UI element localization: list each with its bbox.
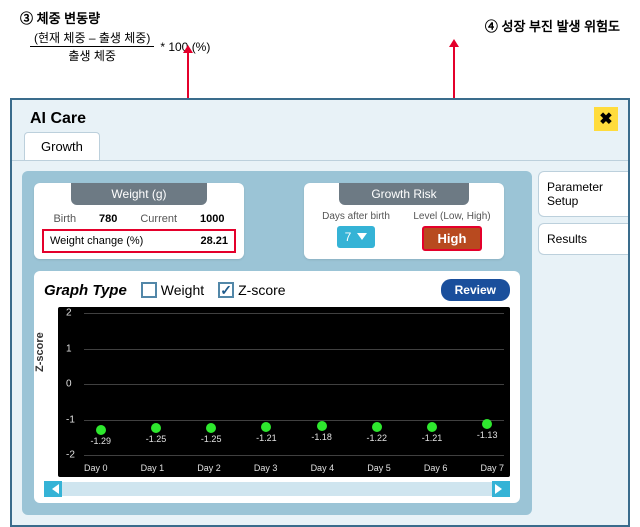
checkbox-checked-icon (218, 282, 234, 298)
graph-section: Graph Type Weight Z-score Review Z-score (34, 271, 520, 503)
data-point (427, 422, 437, 432)
graph-type-label: Graph Type (44, 282, 127, 299)
days-dropdown[interactable]: 7 (337, 226, 376, 248)
risk-level-badge: High (422, 226, 483, 251)
x-tick: Day 3 (254, 463, 278, 473)
annotation-3-formula: (현재 체중 – 출생 체중) 출생 체중 * 100 (%) (30, 29, 405, 64)
side-tab-parameter-setup[interactable]: Parameter Setup (538, 171, 628, 217)
x-tick: Day 5 (367, 463, 391, 473)
chart-scrollbar[interactable] (44, 481, 510, 497)
risk-card-header: Growth Risk (339, 183, 469, 205)
y-tick: -1 (66, 414, 75, 425)
days-after-birth-label: Days after birth (312, 211, 400, 222)
x-tick: Day 0 (84, 463, 108, 473)
level-label: Level (Low, High) (408, 211, 496, 222)
data-point (96, 425, 106, 435)
data-point-label: -1.29 (91, 436, 112, 446)
data-point-label: -1.21 (256, 433, 277, 443)
data-point (317, 421, 327, 431)
annotation-4-title: ④ 성장 부진 발생 위험도 (485, 16, 620, 64)
scroll-track[interactable] (62, 482, 492, 496)
weight-card-header: Weight (g) (71, 183, 208, 205)
current-value: 1000 (200, 213, 224, 225)
data-point (372, 422, 382, 432)
tab-growth[interactable]: Growth (24, 132, 100, 160)
weight-change-row: Weight change (%) 28.21 (42, 229, 236, 253)
gridline (84, 455, 504, 456)
x-tick: Day 7 (480, 463, 504, 473)
checkbox-weight[interactable]: Weight (141, 282, 204, 298)
checkbox-zscore[interactable]: Z-score (218, 282, 285, 298)
panel-title: AI Care (22, 106, 94, 132)
y-tick: 1 (66, 343, 72, 354)
data-point (206, 423, 216, 433)
data-point (151, 423, 161, 433)
data-point-label: -1.22 (367, 433, 388, 443)
x-tick: Day 6 (424, 463, 448, 473)
x-tick: Day 2 (197, 463, 221, 473)
x-tick: Day 1 (141, 463, 165, 473)
annotation-3-title: ③ 체중 변동량 (20, 8, 405, 27)
review-button[interactable]: Review (441, 279, 510, 301)
birth-value: 780 (99, 213, 117, 225)
growth-risk-card: Growth Risk Days after birth 7 Level (Lo… (304, 183, 504, 259)
weight-change-label: Weight change (%) (50, 235, 143, 247)
ai-care-panel: AI Care ✖ Growth Weight (g) Birth 780 Cu… (10, 98, 630, 527)
y-tick: -2 (66, 450, 75, 461)
scroll-right-button[interactable] (492, 481, 510, 497)
data-point (482, 419, 492, 429)
y-tick: 0 (66, 379, 72, 390)
data-point-label: -1.21 (422, 433, 443, 443)
checkbox-icon (141, 282, 157, 298)
current-label: Current (140, 213, 177, 225)
chart-area: -2 -1 0 1 2 -1.29 -1.25 -1.25 -1.21 -1.18 -1.22 -1.… (58, 307, 510, 477)
gridline (84, 384, 504, 385)
gridline (84, 349, 504, 350)
data-point (261, 422, 271, 432)
gridline (84, 313, 504, 314)
data-point-label: -1.18 (311, 432, 332, 442)
close-button[interactable]: ✖ (594, 107, 618, 131)
birth-label: Birth (53, 213, 76, 225)
side-tab-results[interactable]: Results (538, 223, 628, 255)
scroll-left-button[interactable] (44, 481, 62, 497)
x-tick: Day 4 (311, 463, 335, 473)
data-point-label: -1.25 (201, 434, 222, 444)
y-tick: 2 (66, 308, 72, 319)
chevron-down-icon (357, 233, 367, 245)
data-point-label: -1.25 (146, 434, 167, 444)
weight-change-value: 28.21 (200, 235, 228, 247)
gridline (84, 420, 504, 421)
weight-card: Weight (g) Birth 780 Current 1000 Weight… (34, 183, 244, 259)
data-point-label: -1.13 (477, 430, 498, 440)
y-axis-label: Z-score (34, 332, 46, 372)
